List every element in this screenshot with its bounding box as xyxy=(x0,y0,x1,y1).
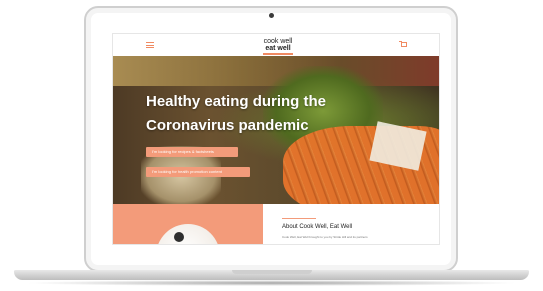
recipes-factsheets-button[interactable]: I'm looking for recipes & factsheets xyxy=(146,147,238,157)
about-photo-person xyxy=(174,232,184,242)
cart-icon[interactable] xyxy=(399,41,407,47)
camera-icon xyxy=(269,13,274,18)
laptop-shadow xyxy=(24,280,519,286)
menu-icon[interactable] xyxy=(146,42,154,48)
logo-line-1: cook well xyxy=(263,38,293,45)
about-heading: About Cook Well, Eat Well xyxy=(282,224,353,230)
hero-banner: Healthy eating during the Coronavirus pa… xyxy=(113,56,439,204)
logo-line-2: eat well xyxy=(265,45,291,52)
laptop-base-notch xyxy=(232,270,312,274)
about-image-panel xyxy=(113,204,263,244)
about-section: About Cook Well, Eat Well Cook Well, Eat… xyxy=(113,204,439,244)
about-photo xyxy=(156,224,220,244)
site-logo[interactable]: cook well eat well xyxy=(256,38,300,55)
site-header: cook well eat well xyxy=(113,34,439,56)
about-divider xyxy=(282,218,316,219)
logo-underline xyxy=(263,53,293,55)
about-text: Cook Well, Eat Well brought to you by St… xyxy=(282,235,368,239)
laptop-screen: cook well eat well Healthy eating during… xyxy=(112,33,440,245)
laptop-mockup: cook well eat well Healthy eating during… xyxy=(0,0,543,291)
health-promotion-button[interactable]: I'm looking for health promotion content xyxy=(146,167,250,177)
hero-title: Healthy eating during the Coronavirus pa… xyxy=(146,93,327,134)
